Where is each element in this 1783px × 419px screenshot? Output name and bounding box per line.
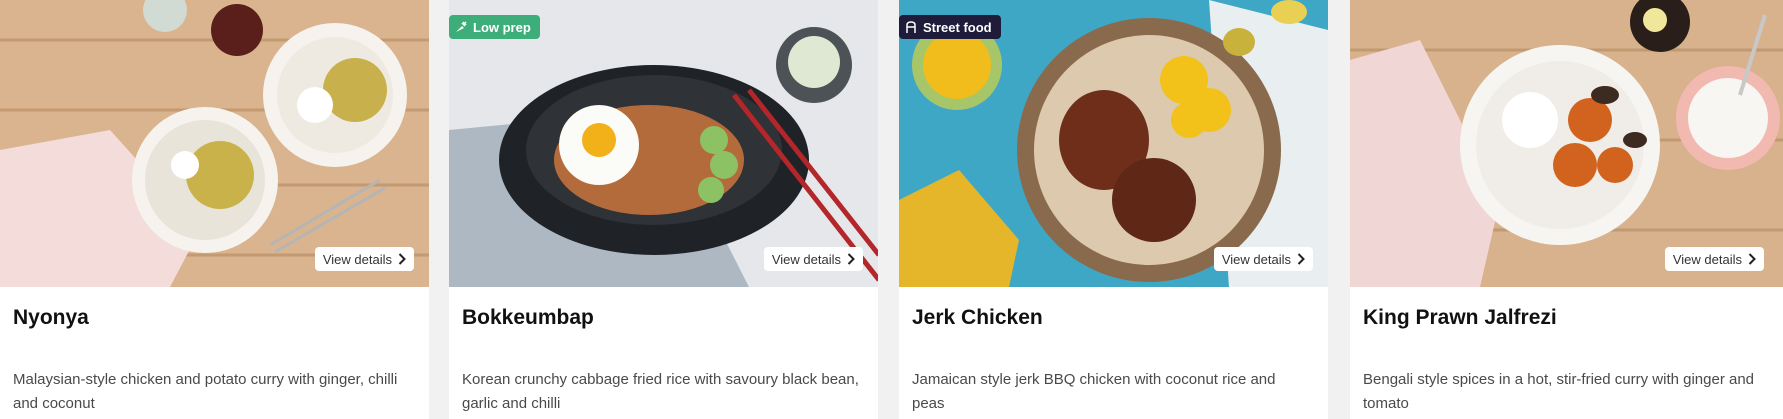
carrot-icon: [456, 21, 467, 32]
view-details-button[interactable]: View details: [763, 247, 863, 271]
view-details-label: View details: [322, 251, 392, 267]
badge-label: Street food: [923, 19, 992, 35]
recipe-description: Jamaican style jerk BBQ chicken with coc…: [912, 371, 1276, 412]
recipe-title[interactable]: Nyonya: [13, 306, 89, 330]
recipe-description: Bengali style spices in a hot, stir-frie…: [1363, 371, 1755, 412]
recipe-title[interactable]: Jerk Chicken: [912, 306, 1043, 330]
view-details-button[interactable]: View details: [1213, 247, 1313, 271]
badge-label: Low prep: [473, 19, 531, 35]
recipe-description: Malaysian-style chicken and potato curry…: [13, 371, 398, 412]
recipe-image[interactable]: [449, 0, 878, 287]
recipe-title[interactable]: Bokkeumbap: [462, 306, 594, 330]
recipe-description: Korean crunchy cabbage fried rice with s…: [462, 371, 859, 412]
view-details-button[interactable]: View details: [1664, 247, 1764, 271]
recipe-image[interactable]: [1350, 0, 1783, 287]
badge-low-prep: Low prep: [449, 15, 540, 39]
chevron-right-icon: [1297, 253, 1305, 265]
view-details-button[interactable]: View details: [314, 247, 414, 271]
recipe-card-bokkeumbap[interactable]: Low prep View details Bokkeumbap Korean …: [449, 0, 878, 419]
view-details-label: View details: [1672, 251, 1742, 267]
recipe-card-jerk-chicken[interactable]: Street food View details Jerk Chicken Ja…: [899, 0, 1328, 419]
recipe-card-nyonya[interactable]: View details Nyonya Malaysian-style chic…: [0, 0, 429, 419]
recipe-card-king-prawn-jalfrezi[interactable]: View details King Prawn Jalfrezi Bengali…: [1350, 0, 1783, 419]
chevron-right-icon: [398, 253, 406, 265]
recipe-title[interactable]: King Prawn Jalfrezi: [1363, 306, 1557, 330]
recipe-image[interactable]: [899, 0, 1328, 287]
chevron-right-icon: [1748, 253, 1756, 265]
food-truck-icon: [906, 20, 916, 33]
view-details-label: View details: [771, 251, 841, 267]
recipe-image[interactable]: [0, 0, 429, 287]
view-details-label: View details: [1221, 251, 1291, 267]
chevron-right-icon: [847, 253, 855, 265]
badge-street-food: Street food: [899, 15, 1001, 39]
